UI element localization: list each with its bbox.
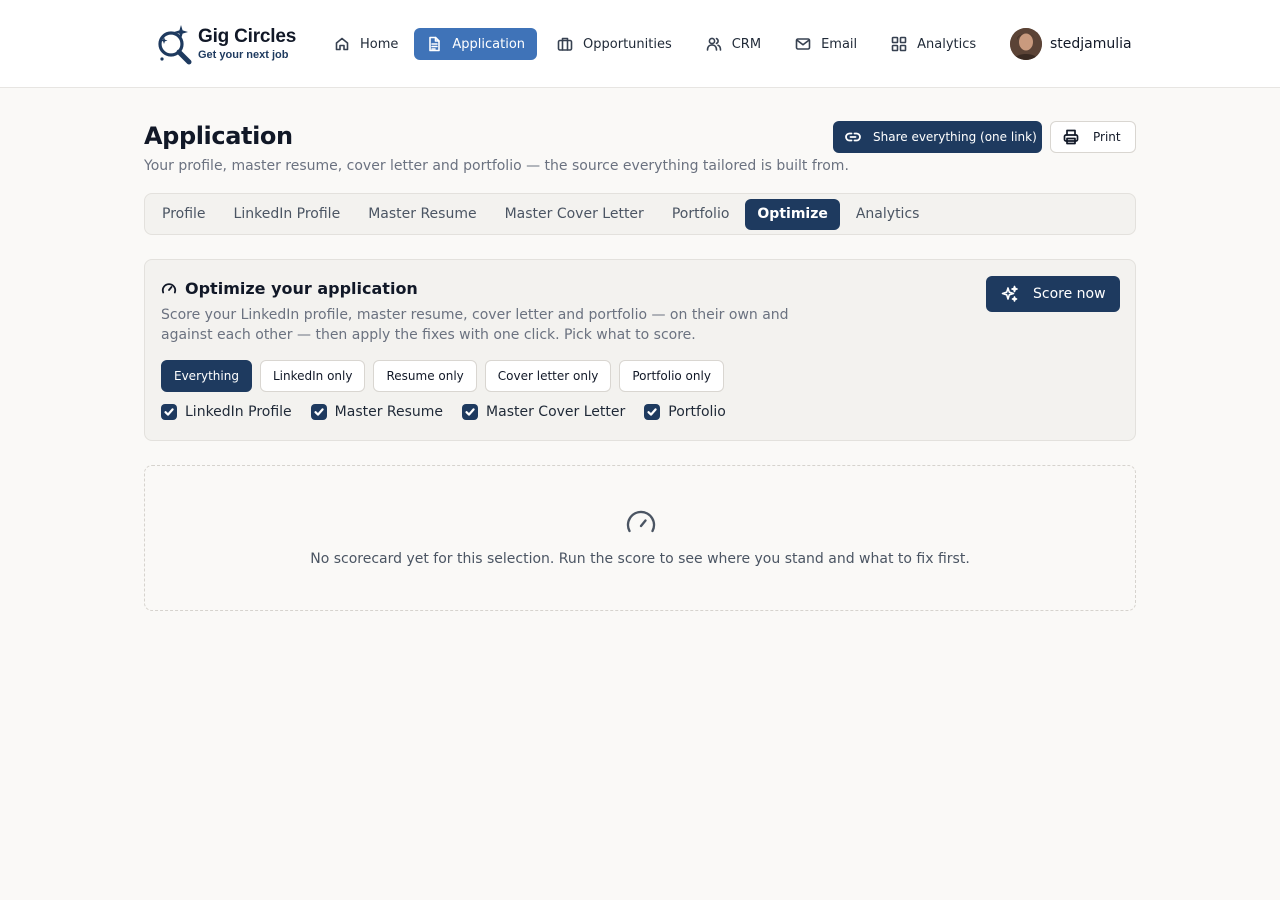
gauge-icon xyxy=(625,509,657,541)
nav-item-label: CRM xyxy=(731,36,762,52)
checkbox-label: Master Cover Letter xyxy=(486,404,626,420)
score-button-label: Score now xyxy=(1033,286,1106,302)
nav-item-label: Application xyxy=(452,36,526,52)
avatar[interactable] xyxy=(1010,28,1042,60)
share-everything-button[interactable]: Share everything (one link) xyxy=(833,121,1042,153)
tab-profile[interactable]: Profile xyxy=(150,199,218,230)
mail-icon xyxy=(795,38,811,50)
app-logo[interactable]: Gig Circles Get your next job xyxy=(156,24,306,66)
link-icon xyxy=(845,132,861,142)
checkbox-checked[interactable] xyxy=(310,404,327,420)
optimize-title: Optimize your application xyxy=(185,279,418,298)
page-title: Application xyxy=(144,122,293,150)
checkmark-icon xyxy=(164,408,174,416)
app-tagline: Get your next job xyxy=(198,49,289,61)
checkmark-icon xyxy=(647,408,657,416)
briefcase-icon xyxy=(557,37,573,51)
optimize-description: Score your LinkedIn profile, master resu… xyxy=(161,307,789,343)
checkmark-icon xyxy=(465,408,475,416)
page-subtitle: Your profile, master resume, cover lette… xyxy=(144,158,849,174)
tab-portfolio[interactable]: Portfolio xyxy=(660,199,742,230)
tab-master-resume[interactable]: Master Resume xyxy=(356,199,488,230)
tab-master-cover-letter[interactable]: Master Cover Letter xyxy=(493,199,656,230)
score-now-button[interactable]: Score now xyxy=(986,276,1120,312)
print-button[interactable]: Print xyxy=(1050,121,1136,153)
nav-item-label: Analytics xyxy=(917,36,977,52)
scorecard-empty-state: No scorecard yet for this selection. Run… xyxy=(144,465,1136,611)
empty-state-message: No scorecard yet for this selection. Run… xyxy=(310,551,970,567)
checkbox-label: LinkedIn Profile xyxy=(185,404,292,420)
checkbox-label: Portfolio xyxy=(668,404,726,420)
score-scope-selector: Everything LinkedIn only Resume only Cov… xyxy=(161,360,724,392)
document-icon xyxy=(429,36,441,52)
scope-linkedin-only[interactable]: LinkedIn only xyxy=(259,360,366,392)
scope-cover-letter-only[interactable]: Cover letter only xyxy=(484,360,612,392)
nav-item-home[interactable]: Home xyxy=(322,28,410,60)
checkbox-portfolio[interactable]: Portfolio xyxy=(644,404,726,420)
nav-item-crm[interactable]: CRM xyxy=(694,28,773,60)
top-navigation-bar: Gig Circles Get your next job Home Appli… xyxy=(0,0,1280,88)
print-button-label: Print xyxy=(1093,130,1121,144)
magnifier-sparkle-icon xyxy=(158,25,192,65)
score-items-checklist: LinkedIn Profile Master Resume Master Co… xyxy=(161,404,726,420)
user-name: stedjamulia xyxy=(1050,36,1132,52)
nav-item-label: Email xyxy=(821,36,858,52)
gauge-icon xyxy=(161,281,177,297)
nav-item-application[interactable]: Application xyxy=(414,28,538,60)
nav-item-analytics[interactable]: Analytics xyxy=(879,28,988,60)
grid-icon xyxy=(891,36,907,52)
user-photo-icon xyxy=(1010,28,1042,60)
tab-linkedin-profile[interactable]: LinkedIn Profile xyxy=(222,199,353,230)
application-tabs: Profile LinkedIn Profile Master Resume M… xyxy=(144,193,1136,235)
nav-item-email[interactable]: Email xyxy=(783,28,869,60)
scope-everything[interactable]: Everything xyxy=(161,360,252,392)
nav-item-opportunities[interactable]: Opportunities xyxy=(545,28,684,60)
printer-icon xyxy=(1063,129,1079,145)
main-nav: Home Application Opportunities CRM Email… xyxy=(322,28,992,60)
checkbox-checked[interactable] xyxy=(644,404,661,420)
tab-analytics[interactable]: Analytics xyxy=(844,199,932,230)
nav-item-label: Home xyxy=(360,36,399,52)
share-button-label: Share everything (one link) xyxy=(873,130,1037,144)
scope-portfolio-only[interactable]: Portfolio only xyxy=(619,360,724,392)
checkbox-checked[interactable] xyxy=(462,404,479,420)
checkmark-icon xyxy=(314,408,324,416)
optimize-card: Optimize your application Score your Lin… xyxy=(144,259,1136,441)
checkbox-label: Master Resume xyxy=(334,404,444,420)
user-menu[interactable]: stedjamulia xyxy=(1010,28,1132,60)
app-name: Gig Circles xyxy=(198,26,297,47)
checkbox-master-resume[interactable]: Master Resume xyxy=(310,404,444,420)
users-icon xyxy=(706,37,722,51)
sparkles-icon xyxy=(1001,285,1018,302)
nav-item-label: Opportunities xyxy=(583,36,672,52)
checkbox-checked[interactable] xyxy=(161,404,177,420)
home-icon xyxy=(335,37,349,51)
tab-optimize[interactable]: Optimize xyxy=(745,198,840,230)
scope-resume-only[interactable]: Resume only xyxy=(373,360,477,392)
checkbox-master-cover-letter[interactable]: Master Cover Letter xyxy=(462,404,625,420)
checkbox-linkedin-profile[interactable]: LinkedIn Profile xyxy=(161,404,292,420)
